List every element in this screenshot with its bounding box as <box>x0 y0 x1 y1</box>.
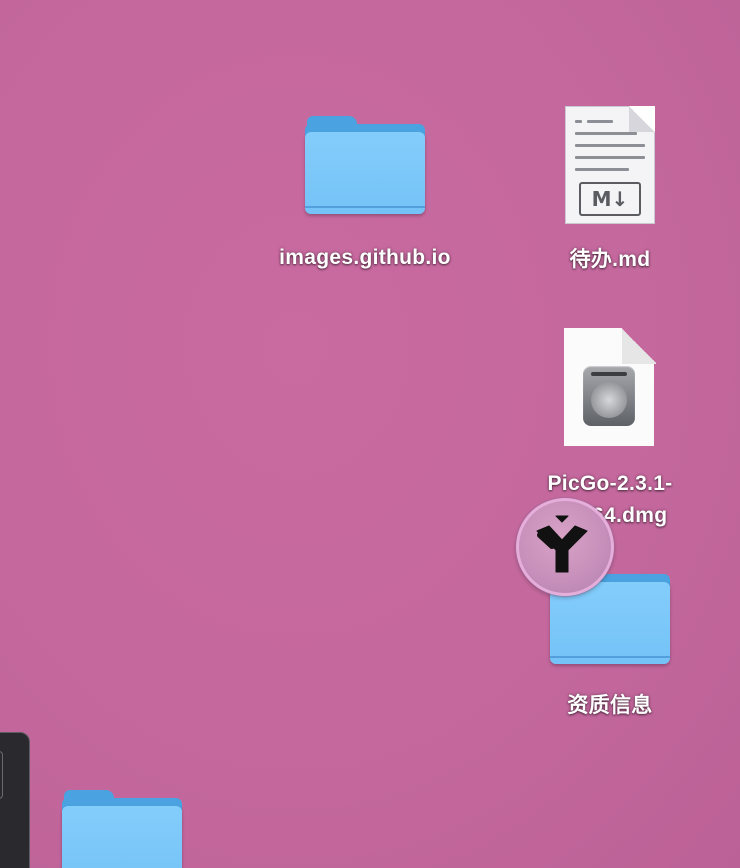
desktop-item-todo-md[interactable]: M↓ 待办.md <box>530 106 690 276</box>
desktop-item-folder-bottom[interactable] <box>62 790 182 868</box>
folder-icon <box>62 790 182 868</box>
folder-icon <box>305 116 425 218</box>
app-logo-icon[interactable] <box>516 498 614 596</box>
disk-image-icon <box>564 328 656 448</box>
item-label: 待办.md <box>569 248 651 271</box>
md-badge: M↓ <box>579 182 641 216</box>
desktop-item-images-github-io[interactable]: images.github.io <box>260 116 470 274</box>
hard-drive-icon <box>583 366 635 426</box>
markdown-file-icon: M↓ <box>565 106 655 226</box>
item-label: 资质信息 <box>567 694 653 717</box>
item-label: images.github.io <box>279 246 451 269</box>
item-label-line1: PicGo-2.3.1- <box>547 472 673 495</box>
window-edge[interactable] <box>0 732 30 868</box>
header-mark <box>575 120 582 123</box>
